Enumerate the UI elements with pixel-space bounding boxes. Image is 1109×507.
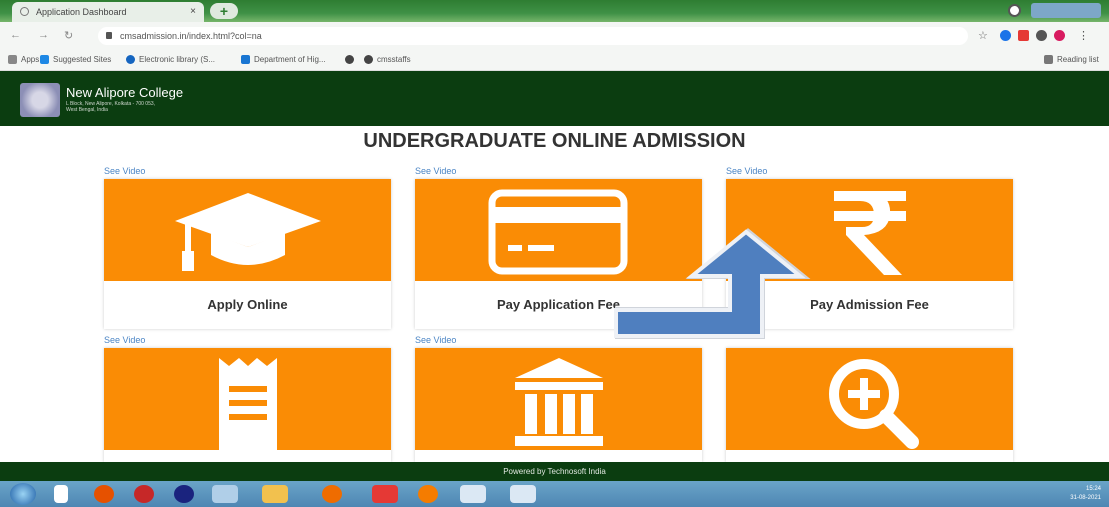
- browser-tab-strip: Application Dashboard × +: [0, 0, 1109, 22]
- bookmark-cmsstaffs[interactable]: cmsstaffs: [364, 55, 411, 64]
- window-profile-icon[interactable]: [1008, 4, 1021, 17]
- card-tile[interactable]: [104, 348, 391, 450]
- college-address: L Block, New Alipore, Kolkata - 700 053,…: [66, 101, 156, 113]
- page-title: UNDERGRADUATE ONLINE ADMISSION: [363, 130, 746, 152]
- os-taskbar: 15:24 31-08-2021: [0, 481, 1109, 507]
- office-icon[interactable]: [94, 485, 114, 503]
- bookmark-department[interactable]: Department of Hig...: [241, 55, 326, 64]
- apply-online-card[interactable]: Apply Online: [104, 179, 391, 329]
- address-bar[interactable]: cmsadmission.in/index.html?col=na: [98, 27, 968, 45]
- system-clock[interactable]: 15:24 31-08-2021: [1070, 485, 1101, 503]
- bookmark-electronic-library[interactable]: Electronic library (S...: [126, 55, 215, 64]
- extension-icon[interactable]: [1000, 30, 1011, 41]
- browser-toolbar: ← → ↻ cmsadmission.in/index.html?col=na …: [0, 22, 1109, 50]
- reading-list[interactable]: Reading list: [1044, 55, 1099, 64]
- url-text: cmsadmission.in/index.html?col=na: [120, 31, 262, 41]
- app-icon[interactable]: [174, 485, 194, 503]
- clock-date: 31-08-2021: [1070, 495, 1101, 501]
- globe-icon: [345, 55, 354, 64]
- app-icon[interactable]: [134, 485, 154, 503]
- globe-icon: [126, 55, 135, 64]
- bookmarks-bar: Apps Suggested Sites Electronic library …: [0, 50, 1109, 71]
- apps-grid-icon: [8, 55, 17, 64]
- tab-title: Application Dashboard: [36, 7, 127, 17]
- bookmark-icon: [40, 55, 49, 64]
- file-icon[interactable]: [54, 485, 68, 503]
- receipt-icon: [219, 358, 277, 450]
- tab-favicon-icon: [20, 7, 29, 16]
- app-icon[interactable]: [418, 485, 438, 503]
- see-video-link-2[interactable]: See Video: [415, 166, 456, 176]
- bookmark-icon: [241, 55, 250, 64]
- lock-icon: [106, 32, 112, 39]
- tab-close-icon[interactable]: ×: [190, 6, 196, 17]
- menu-icon[interactable]: ⋮: [1078, 29, 1089, 42]
- browser-tab[interactable]: Application Dashboard ×: [12, 2, 204, 22]
- start-button-icon[interactable]: [10, 483, 36, 505]
- app-icon[interactable]: [510, 485, 536, 503]
- credit-card-icon: [488, 189, 628, 275]
- globe-icon: [364, 55, 373, 64]
- app-icon[interactable]: [460, 485, 486, 503]
- forward-icon[interactable]: →: [38, 29, 49, 41]
- explorer-icon[interactable]: [212, 485, 238, 503]
- card-label-apply-online: Apply Online: [207, 297, 288, 312]
- folder-icon[interactable]: [262, 485, 288, 503]
- college-name: New Alipore College: [66, 85, 184, 100]
- new-tab-button[interactable]: +: [210, 3, 238, 19]
- see-video-link-5[interactable]: See Video: [415, 335, 456, 345]
- reading-list-icon: [1044, 55, 1053, 64]
- profile-avatar[interactable]: [1054, 30, 1065, 41]
- pointer-arrow-overlay: [614, 228, 811, 339]
- bookmark-apps[interactable]: Apps: [8, 55, 39, 64]
- see-video-link-3[interactable]: See Video: [726, 166, 767, 176]
- zoom-in-icon: [829, 359, 919, 449]
- app-icon[interactable]: [322, 485, 342, 503]
- bookmark-suggested-sites[interactable]: Suggested Sites: [40, 55, 111, 64]
- college-logo[interactable]: [20, 83, 60, 117]
- site-footer: Powered by Technosoft India: [0, 462, 1109, 481]
- bank-icon: [515, 358, 603, 446]
- bookmark-unnamed[interactable]: [345, 55, 358, 64]
- graduation-cap-icon: [175, 193, 321, 271]
- see-video-link-4[interactable]: See Video: [104, 335, 145, 345]
- receipt-card[interactable]: [104, 348, 391, 462]
- pocket-icon[interactable]: [1018, 30, 1029, 41]
- chrome-icon[interactable]: [372, 485, 398, 503]
- clock-time: 15:24: [1085, 486, 1101, 492]
- window-controls[interactable]: [1031, 3, 1101, 18]
- star-icon[interactable]: ☆: [978, 29, 988, 42]
- rupee-icon: [834, 191, 906, 275]
- reload-icon[interactable]: ↻: [64, 29, 73, 42]
- see-video-link-1[interactable]: See Video: [104, 166, 145, 176]
- back-icon[interactable]: ←: [10, 29, 21, 41]
- puzzle-icon[interactable]: [1036, 30, 1047, 41]
- card-tile[interactable]: [104, 179, 391, 281]
